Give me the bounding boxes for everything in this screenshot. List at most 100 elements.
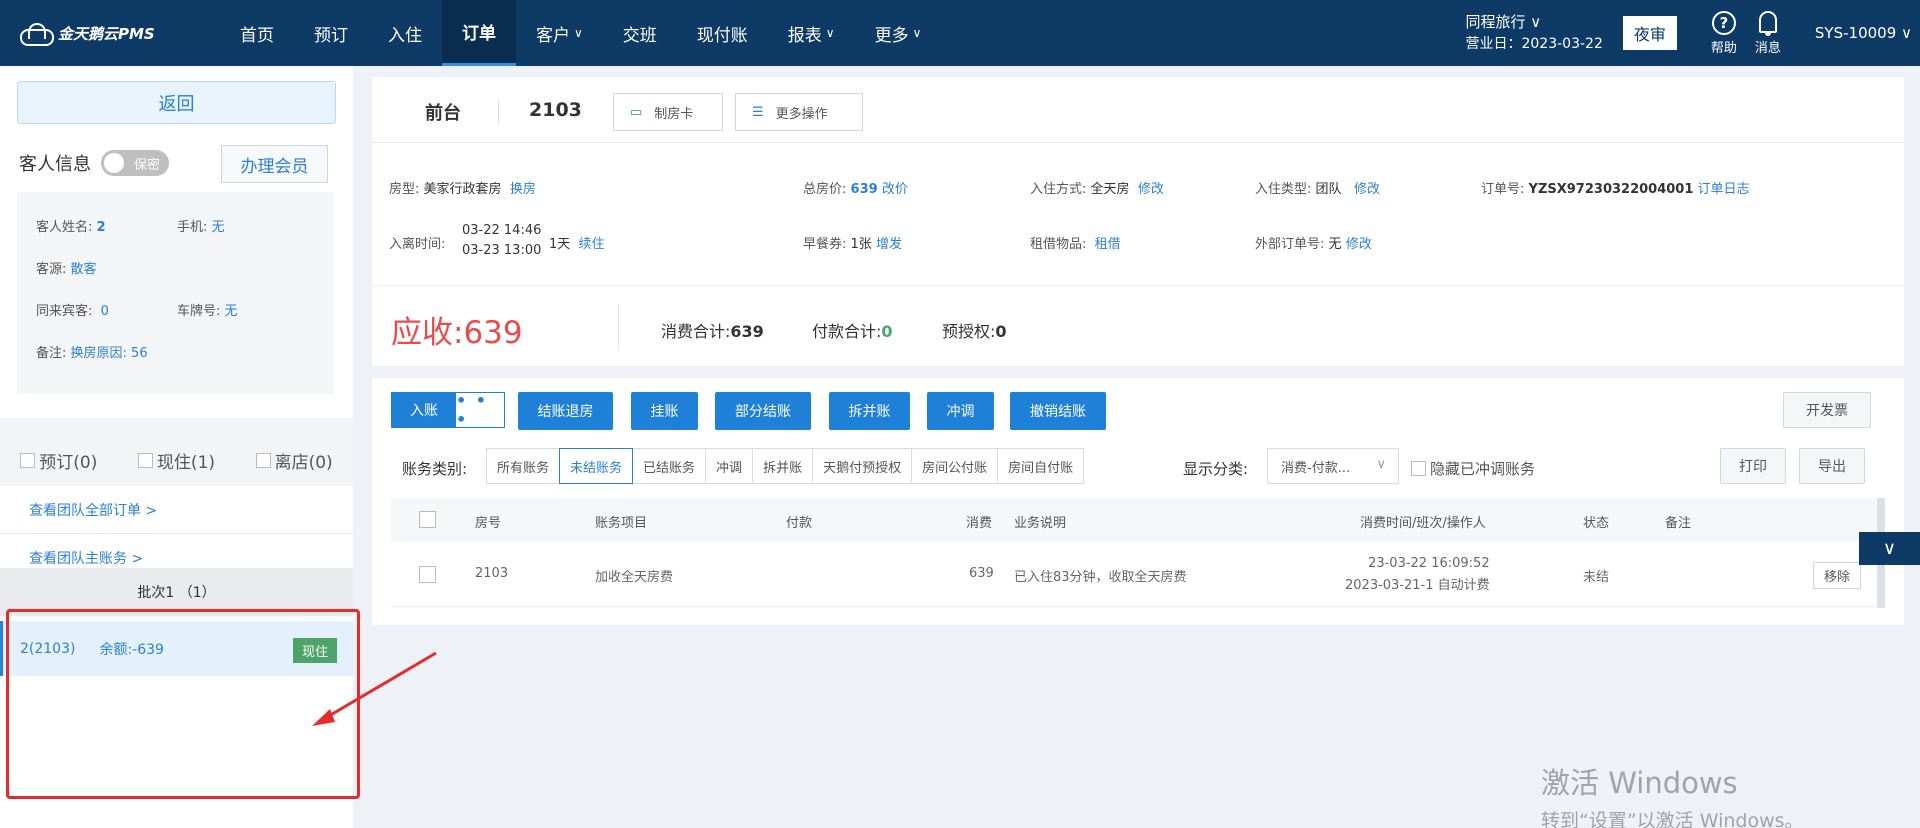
tab-reversal[interactable]: 冲调	[705, 448, 754, 484]
field-label: 入住方式:	[1030, 182, 1087, 197]
field-label: 付款合计:	[812, 322, 882, 341]
checkbox[interactable]	[20, 452, 36, 468]
payment-total: 付款合计:0	[812, 318, 893, 342]
change-price-link[interactable]: 改价	[882, 182, 908, 197]
checkin-mode-field: 入住方式: 全天房 修改	[1030, 178, 1164, 197]
edit-checkin-type-link[interactable]: 修改	[1354, 182, 1380, 197]
companions-row: 同来宾客: 0	[36, 300, 109, 319]
nav-item-checkin[interactable]: 入住	[368, 0, 442, 66]
post-charge-button[interactable]: 入账	[392, 393, 456, 427]
row-checkbox[interactable]	[419, 566, 436, 583]
category-label: 账务类别:	[402, 460, 468, 478]
order-header: 前台 2103 ▭ 制房卡 ☰ 更多操作	[372, 77, 1904, 143]
table-row[interactable]: 2103 加收全天房费 639 已入住83分钟，收取全天房费 23-03-22 …	[391, 542, 1885, 607]
filter-in-house[interactable]: 现住(1)	[137, 448, 215, 473]
app-logo[interactable]: 金天鹅云PMS	[0, 23, 220, 46]
companions-value[interactable]: 0	[101, 304, 109, 319]
guest-name-row: 客人姓名: 2	[36, 216, 106, 235]
tab-all-accounts[interactable]: 所有账务	[486, 448, 561, 484]
rental-link[interactable]: 租借	[1095, 237, 1121, 252]
register-member-button[interactable]: 办理会员	[221, 145, 328, 183]
messages-button[interactable]: 消息	[1755, 10, 1781, 56]
edit-checkin-mode-link[interactable]: 修改	[1138, 182, 1164, 197]
private-toggle[interactable]: 保密	[101, 150, 169, 176]
back-button[interactable]: 返回	[17, 81, 336, 124]
plate-value[interactable]: 无	[225, 304, 238, 319]
checkout-button[interactable]: 结账退房	[518, 392, 613, 430]
nav-label: 入住	[388, 25, 422, 46]
top-right-tools: 同程旅行 ∨ 营业日：2023-03-22 夜审 ? 帮助 消息 SYS-100…	[1465, 0, 1920, 66]
nav-item-customers[interactable]: 客户 ∨	[516, 0, 603, 66]
order-log-link[interactable]: 订单日志	[1698, 182, 1750, 197]
post-charge-more-button[interactable]: • • •	[456, 391, 504, 429]
nav-label: 首页	[240, 25, 274, 46]
hang-account-button[interactable]: 挂账	[631, 392, 698, 430]
room-type-value: 美家行政套房	[423, 182, 502, 197]
add-breakfast-link[interactable]: 增发	[876, 237, 902, 252]
tab-room-public[interactable]: 房间公付账	[911, 448, 999, 484]
remove-button[interactable]: 移除	[1813, 562, 1861, 589]
tab-room-self[interactable]: 房间自付账	[997, 448, 1085, 484]
column-status: 状态	[1583, 516, 1610, 531]
hide-reversed-checkbox[interactable]: 隐藏已冲调账务	[1411, 458, 1535, 479]
checkin-mode-value: 全天房	[1090, 182, 1130, 197]
user-menu[interactable]: SYS-10009 ∨	[1815, 24, 1912, 42]
view-team-orders-link[interactable]: 查看团队全部订单 >	[0, 486, 353, 534]
help-button[interactable]: ? 帮助	[1711, 10, 1737, 56]
select-all-checkbox[interactable]	[419, 511, 436, 528]
nav-item-orders[interactable]: 订单	[442, 0, 516, 66]
consume-total-value: 639	[730, 322, 764, 341]
split-merge-button[interactable]: 拆并账	[829, 392, 910, 430]
tab-unsettled[interactable]: 未结账务	[559, 448, 634, 484]
field-label: 同来宾客:	[36, 304, 93, 319]
make-room-card-button[interactable]: ▭ 制房卡	[613, 93, 723, 131]
guest-info-title: 客人信息	[19, 154, 91, 175]
tab-preauth[interactable]: 天鹅付预授权	[812, 448, 913, 484]
edit-external-order-link[interactable]: 修改	[1346, 237, 1372, 252]
annotation-arrow-icon	[312, 651, 437, 726]
display-category-select[interactable]: 消费-付款... ∨	[1267, 448, 1399, 484]
checkbox[interactable]	[137, 452, 153, 468]
rental-field: 租借物品: 租借	[1030, 233, 1121, 252]
nav-item-home[interactable]: 首页	[220, 0, 294, 66]
partial-checkout-button[interactable]: 部分结账	[715, 392, 811, 430]
print-button[interactable]: 打印	[1720, 448, 1786, 484]
filter-reserved[interactable]: 预订(0)	[20, 448, 97, 473]
note-value[interactable]: 换房原因: 56	[71, 346, 148, 361]
issue-invoice-button[interactable]: 开发票	[1783, 392, 1871, 428]
reverse-button[interactable]: 冲调	[927, 392, 994, 430]
night-audit-button[interactable]: 夜审	[1622, 16, 1677, 50]
column-description: 业务说明	[1014, 516, 1067, 531]
order-number-value: YZSX97230322004001	[1528, 182, 1694, 197]
column-note: 备注	[1665, 516, 1692, 531]
button-label: 制房卡	[654, 106, 694, 122]
guest-source-value[interactable]: 散客	[71, 262, 97, 277]
nav-item-cash-account[interactable]: 现付账	[677, 0, 768, 66]
nav-item-shift[interactable]: 交班	[603, 0, 677, 66]
change-room-link[interactable]: 换房	[510, 182, 536, 197]
export-button[interactable]: 导出	[1799, 448, 1865, 484]
note-row: 备注: 换房原因: 56	[36, 342, 148, 361]
collapse-button[interactable]: ∨	[1859, 532, 1920, 565]
toggle-label: 保密	[133, 157, 160, 173]
billing-panel: 入账 • • • 结账退房 挂账 部分结账 拆并账 冲调 撤销结账 开发票 账务…	[372, 378, 1904, 625]
filter-checked-out[interactable]: 离店(0)	[255, 448, 333, 473]
cell-item: 加收全天房费	[595, 570, 674, 585]
field-label: 房型:	[389, 182, 420, 197]
plate-row: 车牌号: 无	[177, 300, 238, 319]
hotel-selector[interactable]: 同程旅行 ∨ 营业日：2023-03-22	[1465, 11, 1602, 55]
extend-stay-link[interactable]: 续住	[579, 237, 605, 252]
checkbox[interactable]	[1411, 461, 1426, 476]
preauth-total: 预授权:0	[942, 318, 1007, 342]
display-category-label: 显示分类:	[1183, 460, 1249, 478]
nav-item-reservation[interactable]: 预订	[294, 0, 368, 66]
cancel-checkout-button[interactable]: 撤销结账	[1010, 392, 1106, 430]
nav-item-more[interactable]: 更多 ∨	[855, 0, 942, 66]
room-type-field: 房型: 美家行政套房 换房	[389, 178, 536, 197]
checkbox[interactable]	[255, 452, 271, 468]
tab-split-merge[interactable]: 拆并账	[752, 448, 814, 484]
more-operations-button[interactable]: ☰ 更多操作	[735, 93, 863, 131]
guest-phone-value[interactable]: 无	[212, 220, 225, 235]
tab-settled[interactable]: 已结账务	[632, 448, 707, 484]
nav-item-reports[interactable]: 报表 ∨	[768, 0, 855, 66]
